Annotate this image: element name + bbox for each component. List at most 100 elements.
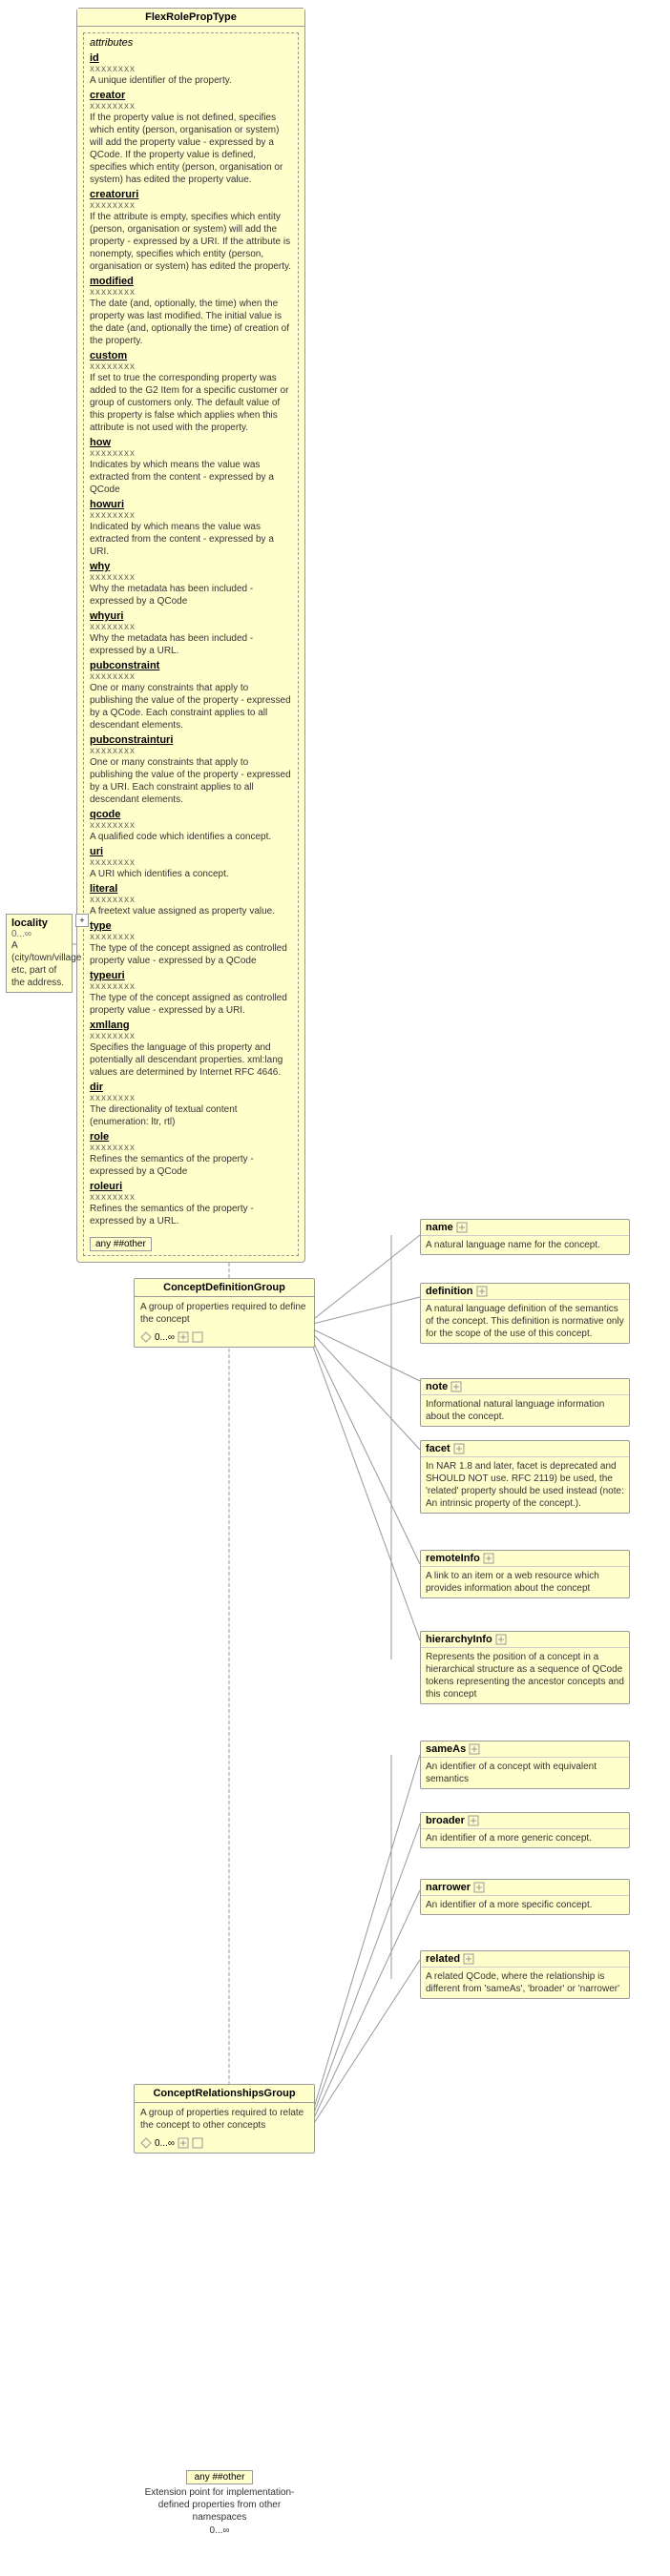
- broader-prop-box: broader An identifier of a more generic …: [420, 1812, 630, 1848]
- concept-def-multiplicity-container: 0...∞: [135, 1329, 314, 1347]
- concept-def-title: ConceptDefinitionGroup: [135, 1279, 314, 1297]
- attr-uri-desc: A URI which identifies a concept.: [90, 868, 292, 880]
- attr-why-dots: xxxxxxxx: [90, 572, 292, 583]
- concept-def-box2-icon: [192, 1331, 203, 1343]
- attr-type-desc: The type of the concept assigned as cont…: [90, 942, 292, 967]
- locality-label: locality: [11, 917, 67, 929]
- any-other-bottom-desc: Extension point for implementation-defin…: [143, 2486, 296, 2524]
- attr-custom-desc: If set to true the corresponding propert…: [90, 372, 292, 434]
- attr-literal: literal xxxxxxxx A freetext value assign…: [90, 883, 292, 917]
- concept-rel-multiplicity-container: 0...∞: [135, 2135, 314, 2153]
- attr-creatoruri-name: creatoruri: [90, 189, 138, 200]
- attr-modified: modified xxxxxxxx The date (and, optiona…: [90, 276, 292, 347]
- attr-role-desc: Refines the semantics of the property - …: [90, 1153, 292, 1178]
- attr-literal-dots: xxxxxxxx: [90, 895, 292, 905]
- broader-prop-header: broader: [421, 1813, 629, 1829]
- narrower-expand-icon: [473, 1882, 485, 1893]
- name-prop-desc: A natural language name for the concept.: [421, 1236, 629, 1254]
- hierarchyinfo-expand-icon: [495, 1634, 507, 1645]
- attr-pubconstrainturi-name: pubconstrainturi: [90, 734, 173, 746]
- facet-prop-box: facet In NAR 1.8 and later, facet is dep…: [420, 1440, 630, 1514]
- note-expand-icon: [450, 1381, 462, 1392]
- attributes-label: attributes: [90, 37, 292, 49]
- remoteinfo-prop-desc: A link to an item or a web resource whic…: [421, 1567, 629, 1597]
- note-prop-header: note: [421, 1379, 629, 1395]
- sameas-prop-desc: An identifier of a concept with equivale…: [421, 1758, 629, 1788]
- attr-pubconstraint-name: pubconstraint: [90, 660, 159, 671]
- attr-custom: custom xxxxxxxx If set to true the corre…: [90, 350, 292, 434]
- attr-type-name: type: [90, 920, 112, 932]
- sameas-expand-icon: [469, 1743, 480, 1755]
- remoteinfo-prop-box: remoteInfo A link to an item or a web re…: [420, 1550, 630, 1598]
- attr-pubconstraint: pubconstraint xxxxxxxx One or many const…: [90, 660, 292, 732]
- any-other-bottom-tag: any ##other: [186, 2470, 254, 2484]
- hierarchyinfo-prop-desc: Represents the position of a concept in …: [421, 1648, 629, 1703]
- attr-creator-name: creator: [90, 90, 125, 101]
- definition-expand-icon: [476, 1286, 488, 1297]
- definition-prop-desc: A natural language definition of the sem…: [421, 1300, 629, 1343]
- concept-rel-range: 0...∞: [155, 2138, 175, 2149]
- attr-xmllang-name: xmllang: [90, 1020, 130, 1031]
- attr-pubconstrainturi-desc: One or many constraints that apply to pu…: [90, 756, 292, 806]
- note-prop-desc: Informational natural language informati…: [421, 1395, 629, 1426]
- attr-modified-dots: xxxxxxxx: [90, 287, 292, 298]
- sameas-prop-header: sameAs: [421, 1741, 629, 1758]
- attr-why-name: why: [90, 561, 110, 572]
- attr-creatoruri-dots: xxxxxxxx: [90, 200, 292, 211]
- definition-prop-label: definition: [426, 1286, 473, 1297]
- sameas-prop-box: sameAs An identifier of a concept with e…: [420, 1741, 630, 1789]
- attr-howuri: howuri xxxxxxxx Indicated by which means…: [90, 499, 292, 558]
- name-prop-box: name A natural language name for the con…: [420, 1219, 630, 1255]
- attr-uri: uri xxxxxxxx A URI which identifies a co…: [90, 846, 292, 880]
- attr-role-name: role: [90, 1131, 109, 1143]
- attr-dir-name: dir: [90, 1082, 103, 1093]
- attr-creatoruri-desc: If the attribute is empty, specifies whi…: [90, 211, 292, 273]
- concept-rel-title: ConceptRelationshipsGroup: [135, 2085, 314, 2103]
- concept-def-range: 0...∞: [155, 1332, 175, 1343]
- attr-dir-dots: xxxxxxxx: [90, 1093, 292, 1103]
- narrower-prop-desc: An identifier of a more specific concept…: [421, 1896, 629, 1914]
- broader-prop-desc: An identifier of a more generic concept.: [421, 1829, 629, 1847]
- attr-type: type xxxxxxxx The type of the concept as…: [90, 920, 292, 967]
- attr-dir: dir xxxxxxxx The directionality of textu…: [90, 1082, 292, 1128]
- attr-id-dots: xxxxxxxx: [90, 64, 292, 74]
- locality-expand-icon[interactable]: +: [75, 914, 89, 927]
- attr-xmllang: xmllang xxxxxxxx Specifies the language …: [90, 1020, 292, 1079]
- remoteinfo-prop-label: remoteInfo: [426, 1553, 480, 1564]
- related-expand-icon: [463, 1953, 474, 1965]
- concept-relationships-group-box: ConceptRelationshipsGroup A group of pro…: [134, 2084, 315, 2154]
- concept-def-expand-icon: [178, 1331, 189, 1343]
- attr-xmllang-dots: xxxxxxxx: [90, 1031, 292, 1041]
- concept-rel-expand-icon: [178, 2137, 189, 2149]
- attr-how-name: how: [90, 437, 111, 448]
- attr-howuri-desc: Indicated by which means the value was e…: [90, 521, 292, 558]
- sameas-prop-label: sameAs: [426, 1743, 466, 1755]
- hierarchyinfo-prop-label: hierarchyInfo: [426, 1634, 492, 1645]
- attr-whyuri-desc: Why the metadata has been included - exp…: [90, 632, 292, 657]
- attr-how-dots: xxxxxxxx: [90, 448, 292, 459]
- locality-box: locality 0...∞ A (city/town/village etc,…: [6, 914, 73, 993]
- attr-qcode-name: qcode: [90, 809, 120, 820]
- related-prop-box: related A related QCode, where the relat…: [420, 1950, 630, 1999]
- note-prop-label: note: [426, 1381, 448, 1392]
- hierarchyinfo-prop-header: hierarchyInfo: [421, 1632, 629, 1648]
- main-type-box: FlexRolePropType attributes id xxxxxxxx …: [76, 8, 305, 1263]
- attr-why: why xxxxxxxx Why the metadata has been i…: [90, 561, 292, 608]
- attr-creator: creator xxxxxxxx If the property value i…: [90, 90, 292, 186]
- narrower-prop-box: narrower An identifier of a more specifi…: [420, 1879, 630, 1915]
- attr-literal-name: literal: [90, 883, 117, 895]
- type-title: FlexRolePropType: [77, 9, 304, 27]
- attr-id: id xxxxxxxx A unique identifier of the p…: [90, 52, 292, 87]
- attr-qcode: qcode xxxxxxxx A qualified code which id…: [90, 809, 292, 843]
- narrower-prop-header: narrower: [421, 1880, 629, 1896]
- attr-pubconstraint-dots: xxxxxxxx: [90, 671, 292, 682]
- attr-role: role xxxxxxxx Refines the semantics of t…: [90, 1131, 292, 1178]
- facet-prop-label: facet: [426, 1443, 450, 1454]
- facet-prop-desc: In NAR 1.8 and later, facet is deprecate…: [421, 1457, 629, 1513]
- attr-creator-dots: xxxxxxxx: [90, 101, 292, 112]
- attr-typeuri-desc: The type of the concept assigned as cont…: [90, 992, 292, 1017]
- broader-expand-icon: [468, 1815, 479, 1826]
- attr-literal-desc: A freetext value assigned as property va…: [90, 905, 292, 917]
- attr-pubconstraint-desc: One or many constraints that apply to pu…: [90, 682, 292, 732]
- locality-dots: 0...∞: [11, 929, 67, 939]
